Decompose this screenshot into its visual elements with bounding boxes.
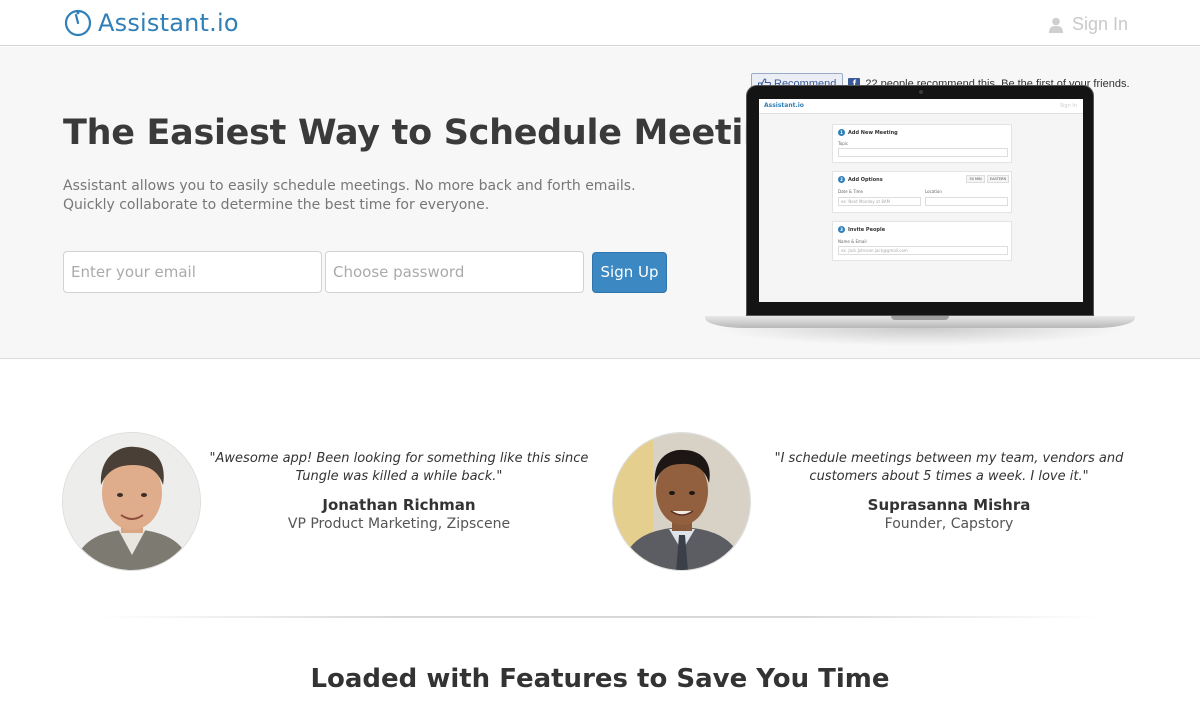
preview-card-title: 1 Add New Meeting xyxy=(838,129,898,136)
preview-sign-in: Sign In xyxy=(1059,103,1077,109)
testimonial-role: Founder, Capstory xyxy=(884,516,1014,532)
testimonial-name: Suprasanna Mishra xyxy=(867,496,1031,514)
laptop-notch xyxy=(891,316,949,320)
preview-topic-field xyxy=(838,148,1008,157)
step-number: 1 xyxy=(838,129,845,136)
preview-card-title: 2 Add Options xyxy=(838,176,883,183)
preview-pill-duration: 30 MIN xyxy=(966,175,985,183)
user-icon xyxy=(1048,17,1063,33)
preview-body: 1 Add New Meeting Topic 2 Add Options 30… xyxy=(759,114,1083,302)
logo-text: Assistant.io xyxy=(98,9,239,37)
preview-pill-timezone: EASTERN xyxy=(987,175,1009,183)
laptop-screen: Assistant.io Sign In 1 Add New Meeting T… xyxy=(759,99,1083,302)
step-number: 3 xyxy=(838,226,845,233)
logo[interactable]: Assistant.io xyxy=(64,8,239,38)
preview-card-invite: 3 Invite People Name & Email ex: Jack Jo… xyxy=(832,221,1012,261)
preview-logo: Assistant.io xyxy=(764,102,804,109)
laptop-frame: Assistant.io Sign In 1 Add New Meeting T… xyxy=(746,85,1094,316)
laptop-shadow xyxy=(715,328,1125,346)
email-input[interactable]: Enter your email xyxy=(63,251,322,293)
preview-date-field: ex: Next Monday at 8AM xyxy=(838,197,921,206)
preview-label: Name & Email xyxy=(838,239,867,244)
person-photo xyxy=(613,433,750,570)
top-navbar: Assistant.io Sign In xyxy=(0,0,1200,46)
testimonial-card: "I schedule meetings between my team, ve… xyxy=(612,432,1142,572)
testimonial-name: Jonathan Richman xyxy=(322,496,476,514)
step-number: 2 xyxy=(838,176,845,183)
preview-card-title: 3 Invite People xyxy=(838,226,885,233)
hero-subtitle: Assistant allows you to easily schedule … xyxy=(63,178,636,213)
person-photo xyxy=(63,433,200,570)
testimonial-card: "Awesome app! Been looking for something… xyxy=(62,432,592,572)
sign-in-link[interactable]: Sign In xyxy=(1048,14,1128,35)
testimonial-quote: "Awesome app! Been looking for something… xyxy=(209,451,589,484)
preview-invite-field: ex: Jack Johnson jack@gmail.com xyxy=(838,246,1008,255)
sign-in-label: Sign In xyxy=(1071,14,1128,34)
page-title: The Easiest Way to Schedule Meetings xyxy=(63,113,813,153)
step-title: Invite People xyxy=(848,226,886,233)
preview-navbar: Assistant.io Sign In xyxy=(759,99,1083,114)
camera-dot xyxy=(919,90,923,94)
step-title: Add New Meeting xyxy=(848,129,898,136)
preview-card-new-meeting: 1 Add New Meeting Topic xyxy=(832,124,1012,163)
preview-label: Date & Time xyxy=(838,189,864,194)
avatar xyxy=(612,432,751,571)
clock-icon xyxy=(64,9,92,37)
preview-label: Location xyxy=(925,189,942,194)
features-heading: Loaded with Features to Save You Time xyxy=(310,664,890,694)
step-title: Add Options xyxy=(848,176,883,183)
preview-card-options: 2 Add Options 30 MIN EASTERN Date & Time… xyxy=(832,171,1012,213)
section-divider xyxy=(100,616,1100,618)
testimonial-quote: "I schedule meetings between my team, ve… xyxy=(774,451,1124,484)
testimonial-role: VP Product Marketing, Zipscene xyxy=(287,516,511,532)
avatar xyxy=(62,432,201,571)
password-input[interactable]: Choose password xyxy=(325,251,584,293)
laptop-illustration: Assistant.io Sign In 1 Add New Meeting T… xyxy=(705,85,1135,385)
sign-up-button[interactable]: Sign Up xyxy=(592,252,667,293)
preview-label: Topic xyxy=(838,141,849,146)
preview-location-field xyxy=(925,197,1008,206)
